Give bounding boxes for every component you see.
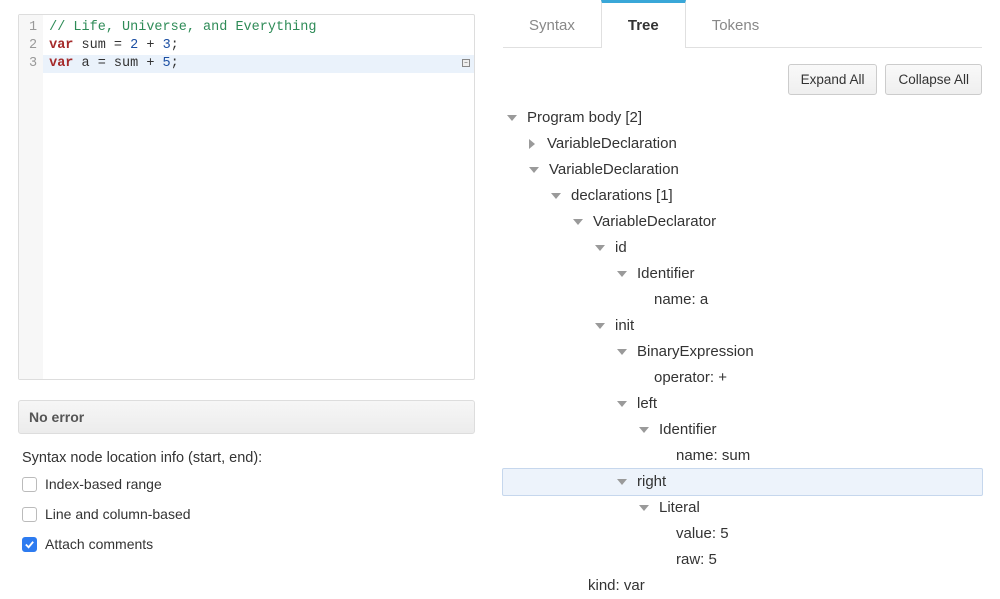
code-token: var (49, 56, 73, 71)
tree-node-label: Identifier (659, 417, 717, 443)
chevron-down-icon[interactable] (617, 401, 627, 407)
tree-row[interactable]: id (503, 235, 982, 261)
tree-node-label: init (615, 313, 634, 339)
arrow-spacer (661, 451, 672, 462)
checkbox-icon[interactable] (22, 477, 37, 492)
collapse-all-button[interactable]: Collapse All (885, 64, 982, 95)
line-gutter: 123 (19, 15, 43, 379)
tree-row[interactable]: VariableDeclaration (503, 131, 982, 157)
code-token: var (49, 38, 73, 53)
tree-row[interactable]: Literal (503, 495, 982, 521)
option-label: Index-based range (45, 476, 162, 492)
tree-node-label: operator: + (654, 365, 727, 391)
option-row[interactable]: Attach comments (22, 536, 471, 552)
code-token: ; (171, 38, 179, 53)
code-token: 3 (163, 38, 171, 53)
tree-node-label: Literal (659, 495, 700, 521)
code-line[interactable]: // Life, Universe, and Everything (49, 19, 468, 37)
tree-node-label: value: 5 (676, 521, 729, 547)
options-panel: Syntax node location info (start, end): … (18, 450, 475, 552)
options-title: Syntax node location info (start, end): (22, 450, 471, 466)
arrow-spacer (661, 555, 672, 566)
ast-tree[interactable]: Program body [2]VariableDeclarationVaria… (503, 105, 982, 599)
code-line[interactable]: var a = sum + 5; (49, 55, 468, 73)
tree-node-label: VariableDeclaration (547, 131, 677, 157)
chevron-down-icon[interactable] (617, 349, 627, 355)
code-token: 5 (163, 56, 171, 71)
tab-tree[interactable]: Tree (601, 0, 686, 48)
tabs: SyntaxTreeTokens (503, 0, 982, 48)
tree-node-label: right (637, 469, 666, 495)
tab-syntax[interactable]: Syntax (503, 0, 601, 47)
arrow-spacer (639, 295, 650, 306)
tree-node-label: id (615, 235, 627, 261)
tree-node-label: name: sum (676, 443, 750, 469)
tree-node-label: name: a (654, 287, 708, 313)
option-row[interactable]: Line and column-based (22, 506, 471, 522)
tree-row[interactable]: right (502, 468, 983, 496)
tree-row[interactable]: left (503, 391, 982, 417)
tree-row[interactable]: name: sum (503, 443, 982, 469)
tree-node-label: VariableDeclaration (549, 157, 679, 183)
tree-node-label: VariableDeclarator (593, 209, 716, 235)
line-number: 1 (29, 19, 37, 37)
expand-all-button[interactable]: Expand All (788, 64, 878, 95)
option-row[interactable]: Index-based range (22, 476, 471, 492)
tree-row[interactable]: name: a (503, 287, 982, 313)
chevron-down-icon[interactable] (617, 271, 627, 277)
chevron-down-icon[interactable] (529, 167, 539, 173)
tree-node-label: Program body [2] (527, 105, 642, 131)
tree-row[interactable]: raw: 5 (503, 547, 982, 573)
chevron-down-icon[interactable] (595, 323, 605, 329)
tree-node-label: BinaryExpression (637, 339, 754, 365)
tree-node-label: declarations [1] (571, 183, 673, 209)
code-editor[interactable]: 123 // Life, Universe, and Everythingvar… (18, 14, 475, 380)
tree-row[interactable]: operator: + (503, 365, 982, 391)
tree-row[interactable]: Identifier (503, 261, 982, 287)
arrow-spacer (661, 529, 672, 540)
tree-node-label: left (637, 391, 657, 417)
tree-row[interactable]: init (503, 313, 982, 339)
line-number: 2 (29, 37, 37, 55)
code-token: // Life, Universe, and Everything (49, 20, 316, 35)
chevron-down-icon[interactable] (639, 505, 649, 511)
tab-tokens[interactable]: Tokens (686, 0, 786, 47)
tree-row[interactable]: value: 5 (503, 521, 982, 547)
code-token: sum = (73, 38, 130, 53)
chevron-down-icon[interactable] (507, 115, 517, 121)
tree-row[interactable]: Program body [2] (503, 105, 982, 131)
option-label: Attach comments (45, 536, 153, 552)
chevron-down-icon[interactable] (617, 479, 627, 485)
tree-row[interactable]: declarations [1] (503, 183, 982, 209)
code-line[interactable]: var sum = 2 + 3; (49, 37, 468, 55)
tree-node-label: raw: 5 (676, 547, 717, 573)
option-label: Line and column-based (45, 506, 191, 522)
chevron-down-icon[interactable] (639, 427, 649, 433)
code-token: ; (171, 56, 179, 71)
status-bar: No error (18, 400, 475, 434)
chevron-down-icon[interactable] (551, 193, 561, 199)
checkbox-icon[interactable] (22, 507, 37, 522)
arrow-spacer (639, 373, 650, 384)
tree-row[interactable]: VariableDeclaration (503, 157, 982, 183)
tree-row[interactable]: BinaryExpression (503, 339, 982, 365)
tree-node-label: Identifier (637, 261, 695, 287)
tree-node-label: kind: var (588, 573, 645, 599)
code-token: a = sum + (73, 56, 162, 71)
tree-row[interactable]: VariableDeclarator (503, 209, 982, 235)
chevron-down-icon[interactable] (595, 245, 605, 251)
chevron-down-icon[interactable] (573, 219, 583, 225)
arrow-spacer (573, 581, 584, 592)
tree-row[interactable]: Identifier (503, 417, 982, 443)
line-number: 3 (29, 55, 37, 73)
code-token: + (138, 38, 162, 53)
chevron-right-icon[interactable] (529, 139, 535, 149)
tree-row[interactable]: kind: var (503, 573, 982, 599)
checkbox-icon[interactable] (22, 537, 37, 552)
